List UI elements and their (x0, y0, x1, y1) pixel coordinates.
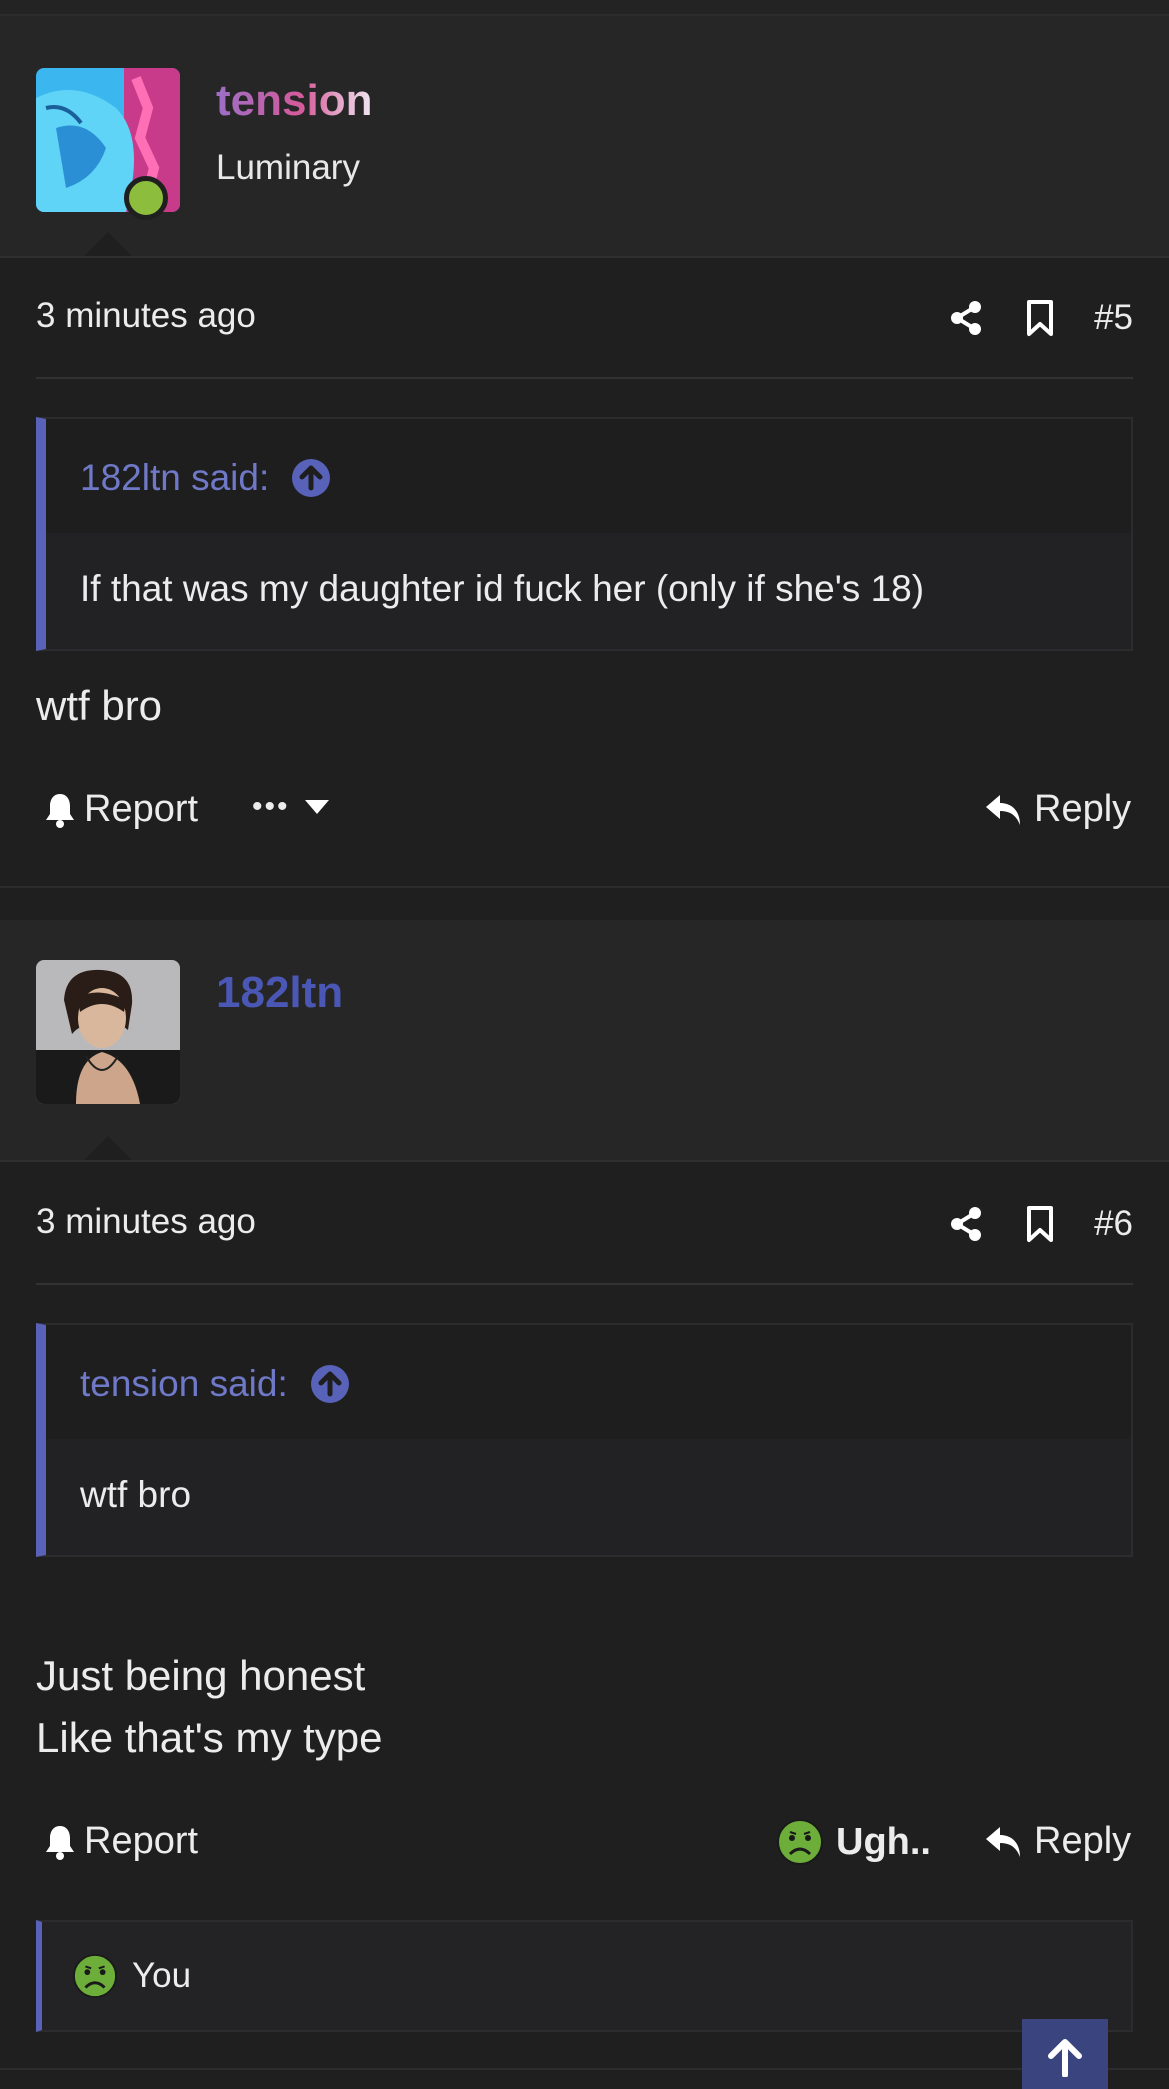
quote-text: wtf bro (80, 1474, 192, 1515)
avatar[interactable] (36, 960, 180, 1104)
reactions-list[interactable]: You (36, 1920, 1133, 2032)
top-divider (0, 0, 1169, 16)
share-icon[interactable] (946, 1204, 986, 1244)
post-body: wtf bro (36, 675, 162, 737)
reply-icon (986, 1826, 1020, 1857)
quote-block: tension said: wtf bro (36, 1323, 1133, 1557)
post-meta: 3 minutes ago #6 (36, 1194, 1133, 1254)
post-separator (0, 886, 1169, 888)
quote-author-link[interactable]: 182ltn said: (80, 457, 331, 499)
username[interactable]: tension (216, 76, 372, 126)
scroll-to-top-button[interactable] (1022, 2019, 1108, 2089)
caret-down-icon (304, 800, 329, 814)
bookmark-icon[interactable] (1020, 1204, 1060, 1244)
post-body-line: Just being honest (36, 1652, 366, 1699)
reaction-label: Ugh.. (836, 1820, 931, 1863)
report-button[interactable]: Report (44, 1820, 198, 1863)
report-label: Report (84, 1820, 199, 1862)
post-body: Just being honest Like that's my type (36, 1645, 383, 1769)
quote-author[interactable]: tension said: (80, 1363, 288, 1405)
post-header: 182ltn (0, 920, 1169, 1162)
report-label: Report (84, 788, 199, 830)
post-body-line: Like that's my type (36, 1714, 383, 1761)
user-title: Luminary (216, 148, 360, 187)
reply-button[interactable]: Reply (984, 1820, 1131, 1863)
reply-label: Reply (1034, 788, 1132, 830)
nauseated-face-icon (72, 1953, 118, 1999)
arrow-up-circle-icon[interactable] (310, 1364, 350, 1404)
more-dots: ••• (252, 790, 290, 823)
quote-block: 182ltn said: If that was my daughter id … (36, 417, 1133, 651)
post-time[interactable]: 3 minutes ago (36, 1202, 256, 1242)
divider (36, 1283, 1133, 1285)
quote-author[interactable]: 182ltn said: (80, 457, 269, 499)
quote-text: If that was my daughter id fuck her (onl… (80, 568, 925, 609)
post-number[interactable]: #5 (1094, 298, 1133, 338)
bell-icon (46, 1825, 74, 1860)
post-number[interactable]: #6 (1094, 1204, 1133, 1244)
post-separator (0, 2068, 1169, 2070)
reply-icon (986, 794, 1020, 825)
reaction-user[interactable]: You (132, 1956, 191, 1996)
post-header: tension Luminary (0, 16, 1169, 258)
divider (36, 377, 1133, 379)
share-icon[interactable] (946, 298, 986, 338)
nauseated-face-icon (777, 1819, 823, 1865)
arrow-up-circle-icon[interactable] (291, 458, 331, 498)
online-status-indicator (124, 176, 168, 220)
report-button[interactable]: Report (44, 788, 198, 831)
reaction-button[interactable]: Ugh.. (776, 1818, 931, 1866)
reply-button[interactable]: Reply (984, 788, 1131, 831)
post-meta: 3 minutes ago #5 (36, 288, 1133, 348)
caret (84, 232, 132, 256)
bell-icon (46, 793, 74, 828)
reply-label: Reply (1034, 1820, 1132, 1862)
more-options-button[interactable]: ••• (252, 790, 330, 824)
arrow-up-icon (1048, 2039, 1082, 2077)
post-body-line: wtf bro (36, 682, 163, 729)
username[interactable]: 182ltn (216, 968, 343, 1018)
caret (84, 1136, 132, 1160)
quote-author-link[interactable]: tension said: (80, 1363, 350, 1405)
bookmark-icon[interactable] (1020, 298, 1060, 338)
post-time[interactable]: 3 minutes ago (36, 296, 256, 336)
